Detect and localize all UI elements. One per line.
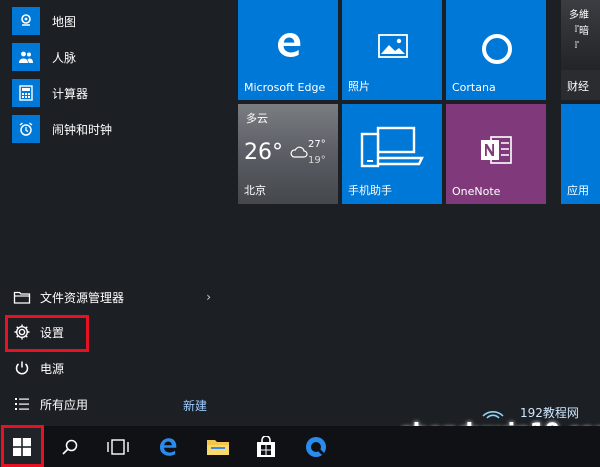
tile-phone-companion[interactable]: 手机助手 bbox=[342, 104, 442, 204]
weather-high: 27° bbox=[308, 139, 326, 150]
tile-label: 照片 bbox=[348, 80, 370, 93]
tile-label: Microsoft Edge bbox=[244, 81, 326, 94]
edge-icon bbox=[159, 437, 177, 456]
folder-icon bbox=[12, 287, 32, 307]
phone-laptop-icon bbox=[360, 126, 424, 174]
tile-store[interactable]: 应用 bbox=[561, 104, 600, 204]
tile-cortana[interactable]: Cortana bbox=[446, 0, 546, 100]
taskbar bbox=[0, 426, 600, 467]
task-view-button[interactable] bbox=[96, 426, 140, 467]
file-explorer-item[interactable]: 文件资源管理器 › bbox=[12, 283, 217, 311]
list-icon bbox=[12, 394, 32, 414]
app-label: 人脉 bbox=[52, 50, 77, 65]
weather-temp: 26° bbox=[244, 140, 283, 165]
store-bag-icon bbox=[257, 435, 275, 457]
folder-icon bbox=[207, 439, 229, 455]
taskbar-edge-button[interactable] bbox=[146, 426, 190, 467]
tile-label: 手机助手 bbox=[348, 184, 392, 197]
tile-label: OneNote bbox=[452, 185, 501, 198]
settings-highlight-box bbox=[5, 315, 89, 352]
weather-condition: 多云 bbox=[246, 112, 268, 125]
file-explorer-label: 文件资源管理器 bbox=[40, 290, 125, 305]
app-label: 闹钟和时钟 bbox=[52, 122, 113, 137]
tile-onenote[interactable]: OneNote bbox=[446, 104, 546, 204]
search-button[interactable] bbox=[48, 426, 92, 467]
cortana-icon bbox=[482, 34, 512, 64]
alarm-clock-icon bbox=[12, 115, 40, 143]
tile-label: 北京 bbox=[244, 184, 266, 197]
start-highlight-box bbox=[1, 425, 44, 467]
tile-finance-news[interactable]: 多維 『暗 『 财经 bbox=[561, 0, 600, 100]
weather-low: 19° bbox=[308, 155, 326, 166]
taskbar-store-button[interactable] bbox=[244, 426, 288, 467]
power-icon bbox=[12, 358, 32, 378]
watermark-top-text: 192教程网 bbox=[520, 406, 579, 420]
power-label: 电源 bbox=[40, 361, 65, 376]
tile-label: Cortana bbox=[452, 81, 496, 94]
news-headline-line3: 『 bbox=[569, 42, 579, 53]
tile-microsoft-edge[interactable]: Microsoft Edge bbox=[238, 0, 338, 100]
app-q-icon bbox=[306, 436, 326, 457]
app-label: 地图 bbox=[52, 14, 77, 29]
news-headline-line1: 多維 bbox=[569, 10, 589, 21]
search-icon bbox=[62, 439, 78, 455]
cloud-icon bbox=[290, 144, 308, 163]
onenote-icon bbox=[479, 134, 513, 170]
calculator-icon bbox=[12, 79, 40, 107]
new-badge: 新建 bbox=[183, 399, 208, 413]
tile-weather[interactable]: 多云 26° 27° 19° 北京 bbox=[238, 104, 338, 204]
taskbar-file-explorer-button[interactable] bbox=[196, 426, 240, 467]
tile-label: 财经 bbox=[567, 80, 589, 93]
app-item-maps[interactable]: 地图 bbox=[12, 5, 227, 37]
chevron-right-icon: › bbox=[206, 290, 211, 304]
tile-photos[interactable]: 照片 bbox=[342, 0, 442, 100]
taskbar-app-button[interactable] bbox=[294, 426, 338, 467]
app-label: 计算器 bbox=[52, 86, 89, 101]
edge-icon bbox=[274, 30, 304, 64]
photo-icon bbox=[378, 34, 408, 62]
app-item-calculator[interactable]: 计算器 bbox=[12, 77, 227, 109]
app-item-alarms[interactable]: 闹钟和时钟 bbox=[12, 113, 227, 145]
tile-label: 应用 bbox=[567, 184, 589, 197]
all-apps-label: 所有应用 bbox=[40, 397, 89, 412]
app-item-people[interactable]: 人脉 bbox=[12, 41, 227, 73]
news-headline-line2: 『暗 bbox=[569, 26, 589, 37]
power-item[interactable]: 电源 bbox=[12, 354, 217, 382]
map-pin-icon bbox=[12, 7, 40, 35]
people-icon bbox=[12, 43, 40, 71]
wifi-logo-icon bbox=[482, 404, 504, 419]
task-view-icon bbox=[107, 438, 129, 455]
